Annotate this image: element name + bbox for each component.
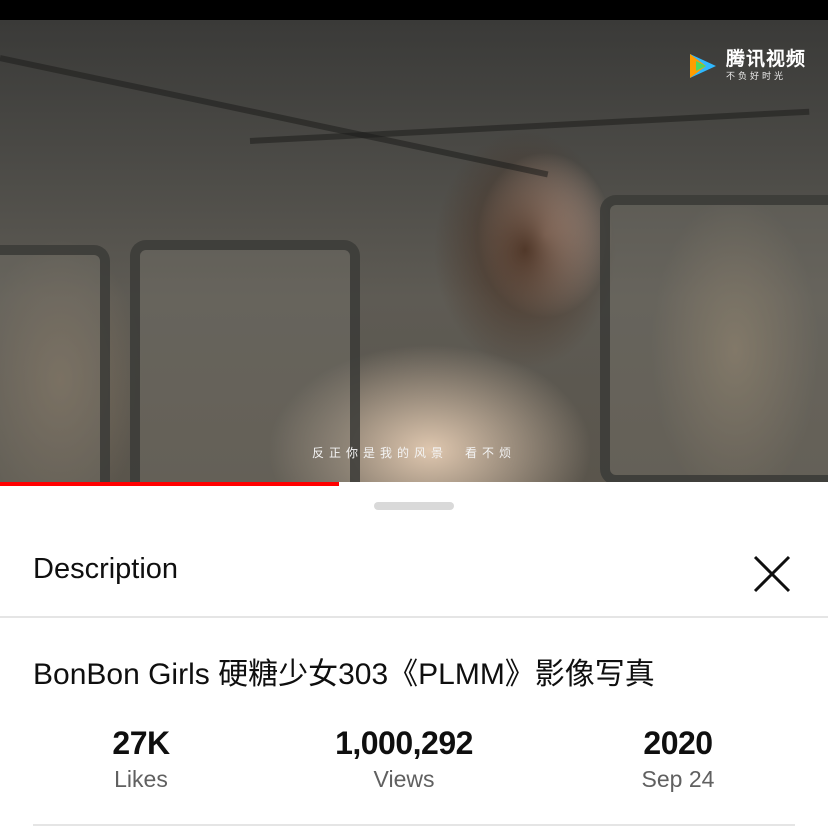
- drag-handle[interactable]: [374, 502, 454, 510]
- tencent-video-logo-icon: [689, 53, 716, 78]
- video-subtitle: 反正你是我的风景 看不烦: [311, 446, 516, 460]
- description-panel: Description BonBon Girls 硬糖少女303《PLMM》影像…: [0, 486, 828, 837]
- watermark-subtitle: 不负好时光: [725, 71, 786, 81]
- tencent-video-watermark: 腾讯视频 不负好时光: [686, 50, 806, 81]
- watermark-title: 腾讯视频: [725, 49, 806, 70]
- video-player[interactable]: 腾讯视频 不负好时光 反正你是我的风景 看不烦: [0, 20, 828, 482]
- panel-title: Description: [33, 553, 179, 585]
- scene-window: [600, 195, 828, 482]
- scene-beam: [0, 55, 549, 178]
- likes-count: 27K: [112, 725, 170, 761]
- views-label: Views: [373, 766, 435, 792]
- likes-label: Likes: [114, 766, 168, 792]
- close-icon: [753, 555, 791, 593]
- panel-header: Description: [0, 526, 828, 616]
- stats-divider: [33, 824, 795, 826]
- views-stat: 1,000,292 Views: [284, 724, 524, 794]
- views-count: 1,000,292: [335, 725, 473, 761]
- close-button[interactable]: [744, 546, 800, 602]
- publish-date-stat: 2020 Sep 24: [558, 724, 798, 794]
- publish-year: 2020: [643, 725, 713, 761]
- video-stats: 27K Likes 1,000,292 Views 2020 Sep 24: [0, 724, 828, 794]
- status-bar: [0, 0, 828, 20]
- video-title: BonBon Girls 硬糖少女303《PLMM》影像写真: [33, 658, 655, 691]
- likes-stat: 27K Likes: [21, 724, 261, 794]
- header-divider: [0, 616, 828, 618]
- publish-date: Sep 24: [641, 766, 715, 792]
